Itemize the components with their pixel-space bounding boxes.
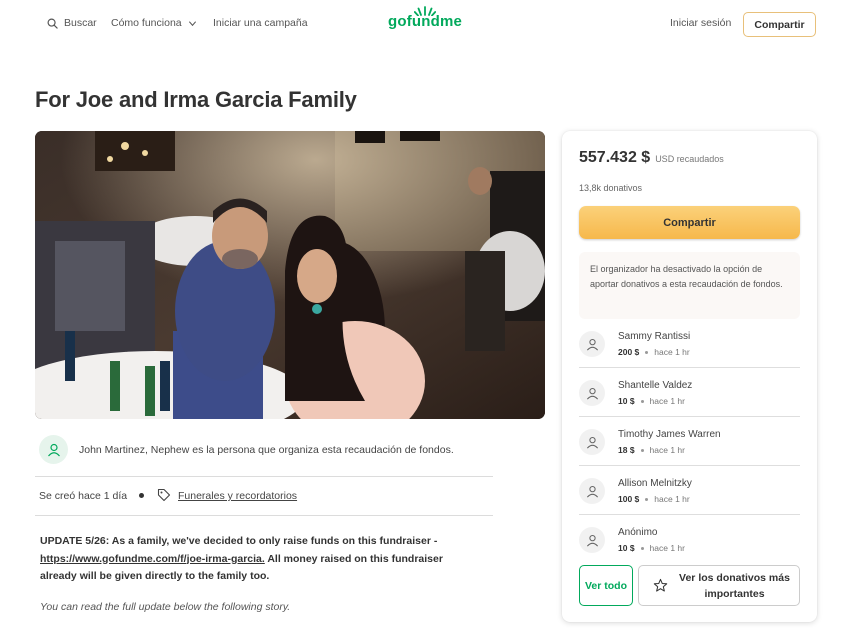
donation-amount: 10 $ (618, 396, 635, 406)
donation-time: hace 1 hr (649, 445, 685, 455)
separator-dot (645, 350, 649, 354)
donation-time: hace 1 hr (649, 543, 685, 553)
raised-amount: 557.432 $ (579, 149, 651, 166)
donations-disabled-notice: El organizador ha desactivado la opción … (579, 252, 800, 319)
created-date: Se creó hace 1 día (39, 490, 128, 502)
person-icon (47, 443, 60, 456)
star-icon (653, 578, 668, 592)
donation-meta: 100 $ hace 1 hr (618, 494, 690, 504)
update-link[interactable]: https://www.gofundme.com/f/joe-irma-garc… (40, 553, 265, 565)
search-nav[interactable]: Buscar (47, 17, 97, 29)
donor-name: Anónimo (618, 527, 658, 538)
donation-meta: 10 $ hace 1 hr (618, 396, 685, 406)
how-it-works-label: Cómo funciona (111, 17, 182, 29)
donation-time: hace 1 hr (654, 494, 690, 504)
raised-summary: 557.432 $ USD recaudados (579, 149, 724, 167)
separator-dot (640, 448, 644, 452)
raised-label: USD recaudados (655, 154, 724, 164)
donor-hand-heart-icon (586, 338, 598, 350)
update-text: UPDATE 5/26: As a family, we've decided … (40, 533, 480, 586)
donation-item: Anónimo 10 $ hace 1 hr (579, 515, 800, 564)
logo-sun-icon (414, 6, 436, 16)
site-header: Buscar Cómo funciona Iniciar una campaña… (0, 0, 842, 52)
update-prefix: UPDATE 5/26: As a family, we've decided … (40, 535, 438, 547)
donor-hand-heart-icon (586, 485, 598, 497)
tag-icon (157, 488, 171, 502)
donor-avatar (579, 527, 605, 553)
search-label: Buscar (64, 17, 97, 29)
divider (35, 476, 493, 477)
chevron-down-icon (188, 20, 196, 26)
share-button[interactable]: Compartir (579, 206, 800, 239)
header-share-button[interactable]: Compartir (743, 12, 816, 37)
see-top-label: Ver los donativos más importantes (679, 571, 790, 600)
campaign-photo (35, 131, 545, 419)
donation-list: Sammy Rantissi 200 $ hace 1 hr Shantelle… (579, 319, 800, 564)
start-campaign-link[interactable]: Iniciar una campaña (213, 17, 308, 29)
donation-item: Sammy Rantissi 200 $ hace 1 hr (579, 319, 800, 368)
donor-hand-heart-icon (586, 436, 598, 448)
donation-amount: 100 $ (618, 494, 640, 504)
divider (35, 515, 493, 516)
separator-dot (645, 497, 649, 501)
signin-link[interactable]: Iniciar sesión (670, 17, 731, 29)
donation-amount: 200 $ (618, 347, 640, 357)
donor-avatar (579, 429, 605, 455)
donation-meta: 200 $ hace 1 hr (618, 347, 690, 357)
category-link[interactable]: Funerales y recordatorios (178, 490, 297, 502)
how-it-works-menu[interactable]: Cómo funciona (111, 17, 197, 29)
campaign-title: For Joe and Irma Garcia Family (35, 87, 357, 112)
donation-count: 13,8k donativos (579, 183, 643, 193)
donor-name: Timothy James Warren (618, 429, 721, 440)
donor-name: Sammy Rantissi (618, 331, 691, 342)
donation-amount: 10 $ (618, 543, 635, 553)
see-top-donations-button[interactable]: Ver los donativos más importantes (638, 565, 800, 606)
separator-dot (640, 546, 644, 550)
donation-item: Shantelle Valdez 10 $ hace 1 hr (579, 368, 800, 417)
story-note: You can read the full update below the f… (40, 601, 291, 613)
donor-hand-heart-icon (586, 387, 598, 399)
search-icon (47, 18, 58, 29)
donation-card: 557.432 $ USD recaudados 13,8k donativos… (562, 131, 817, 622)
donation-time: hace 1 hr (654, 347, 690, 357)
donor-name: Allison Melnitzky (618, 478, 692, 489)
start-campaign-label: Iniciar una campaña (213, 17, 308, 29)
see-all-button[interactable]: Ver todo (579, 565, 633, 606)
organizer-avatar (39, 435, 68, 464)
donation-amount: 18 $ (618, 445, 635, 455)
donor-avatar (579, 331, 605, 357)
separator-dot (640, 399, 644, 403)
donation-meta: 18 $ hace 1 hr (618, 445, 685, 455)
gofundme-logo[interactable]: gofundme (388, 6, 462, 30)
donor-hand-heart-icon (586, 534, 598, 546)
donation-time: hace 1 hr (649, 396, 685, 406)
donation-meta: 10 $ hace 1 hr (618, 543, 685, 553)
separator-dot (139, 493, 144, 498)
donor-avatar (579, 380, 605, 406)
organizer-text: John Martinez, Nephew es la persona que … (79, 444, 454, 456)
donor-name: Shantelle Valdez (618, 380, 693, 391)
donation-item: Allison Melnitzky 100 $ hace 1 hr (579, 466, 800, 515)
donation-item: Timothy James Warren 18 $ hace 1 hr (579, 417, 800, 466)
donor-avatar (579, 478, 605, 504)
